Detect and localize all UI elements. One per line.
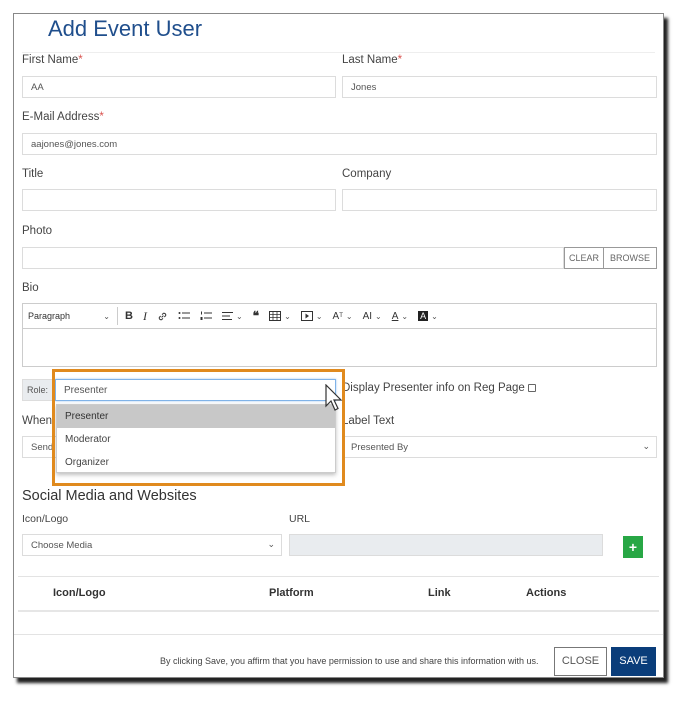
last-name-input[interactable]: Jones — [342, 76, 657, 98]
first-name-label: First Name* — [22, 54, 83, 66]
chevron-down-icon: ⌄ — [315, 311, 323, 321]
icon-logo-label: Icon/Logo — [22, 513, 69, 525]
add-social-button[interactable]: + — [623, 536, 643, 558]
table-icon — [269, 311, 282, 321]
role-select[interactable]: Presenter — [55, 379, 336, 401]
display-presenter-checkbox[interactable] — [527, 383, 536, 392]
paragraph-format-dropdown[interactable]: Paragraph ⌄ — [23, 305, 115, 327]
chevron-down-icon: ⌄ — [431, 311, 438, 321]
chevron-down-icon: ⌄ — [345, 311, 353, 321]
company-label: Company — [342, 168, 392, 180]
label-text-value: Presented By — [351, 442, 409, 453]
last-name-label: Last Name* — [342, 54, 403, 66]
bold-button[interactable]: B — [120, 305, 138, 327]
email-label: E-Mail Address* — [22, 111, 104, 123]
font-family-icon: AI — [362, 310, 373, 322]
company-input[interactable] — [342, 189, 657, 211]
photo-label: Photo — [22, 225, 53, 237]
add-event-user-modal: Add Event User First Name* AA Last Name*… — [13, 13, 664, 678]
table-header-divider — [18, 610, 659, 612]
media-dropdown[interactable]: ⌄ — [296, 305, 328, 327]
column-header-link: Link — [428, 587, 451, 599]
font-color-dropdown[interactable]: A ⌄ — [387, 305, 413, 327]
label-text-label: Label Text — [342, 415, 395, 427]
photo-buttons: CLEAR BROWSE — [564, 247, 657, 269]
email-input[interactable]: aajones@jones.com — [22, 133, 657, 155]
column-header-icon-logo: Icon/Logo — [53, 587, 106, 599]
align-icon — [221, 312, 233, 320]
role-option-presenter[interactable]: Presenter — [57, 405, 335, 428]
background-color-dropdown[interactable]: A ⌄ — [413, 305, 443, 327]
label-text-select[interactable]: Presented By ⌄ — [342, 436, 657, 458]
table-top-divider — [18, 576, 659, 577]
title-input[interactable] — [22, 189, 336, 211]
chevron-down-icon: ⌄ — [284, 311, 291, 321]
role-addon: Role: — [22, 379, 56, 401]
font-size-icon: A — [332, 310, 340, 322]
role-dropdown-menu: Presenter Moderator Organizer — [56, 404, 336, 473]
bio-editor[interactable] — [22, 329, 657, 367]
numbered-list-icon — [200, 311, 212, 320]
italic-button[interactable]: I — [138, 305, 152, 327]
bio-label: Bio — [22, 282, 39, 294]
chevron-down-icon: ⌄ — [375, 311, 382, 321]
url-input[interactable] — [289, 534, 603, 556]
clear-button[interactable]: CLEAR — [564, 247, 604, 269]
display-presenter-label: Display Presenter info on Reg Page — [342, 382, 536, 394]
choose-media-select[interactable]: Choose Media ⌄ — [22, 534, 282, 556]
title-label: Title — [22, 168, 44, 180]
chevron-down-icon: ⌄ — [267, 539, 275, 549]
header-divider — [22, 52, 655, 53]
media-icon — [300, 311, 313, 321]
bulleted-list-button[interactable] — [173, 305, 195, 327]
when-label: When — [22, 415, 53, 427]
chevron-down-icon: ⌄ — [642, 441, 650, 451]
chevron-down-icon: ⌄ — [401, 311, 409, 321]
bulleted-list-icon — [178, 312, 190, 319]
role-option-organizer[interactable]: Organizer — [57, 451, 335, 474]
chevron-down-icon: ⌄ — [103, 311, 110, 321]
mouse-cursor-icon — [325, 384, 343, 411]
footer-divider — [14, 634, 663, 635]
bio-editor-toolbar: Paragraph ⌄ B I ⌄ ❝ ⌄ ⌄ AT ⌄ AI ⌄ A ⌄ A … — [22, 303, 657, 329]
first-name-input[interactable]: AA — [22, 76, 336, 98]
font-family-dropdown[interactable]: AI ⌄ — [358, 305, 387, 327]
paragraph-format-label: Paragraph — [28, 311, 71, 321]
link-icon — [158, 312, 167, 320]
photo-input[interactable] — [22, 247, 564, 269]
chevron-down-icon: ⌄ — [235, 311, 243, 321]
url-label: URL — [289, 513, 311, 525]
role-option-moderator[interactable]: Moderator — [57, 428, 335, 451]
align-dropdown[interactable]: ⌄ — [217, 305, 248, 327]
modal-title: Add Event User — [48, 16, 203, 41]
background-color-icon: A — [418, 311, 429, 321]
social-section-title: Social Media and Websites — [22, 488, 197, 504]
choose-media-value: Choose Media — [31, 540, 93, 551]
close-button[interactable]: CLOSE — [554, 647, 607, 676]
font-color-icon: A — [391, 310, 399, 322]
browse-button[interactable]: BROWSE — [603, 247, 657, 269]
column-header-actions: Actions — [526, 587, 567, 599]
blockquote-button[interactable]: ❝ — [248, 305, 264, 327]
toolbar-divider — [117, 307, 118, 325]
link-button[interactable] — [152, 305, 173, 327]
numbered-list-button[interactable] — [195, 305, 217, 327]
save-disclaimer: By clicking Save, you affirm that you ha… — [160, 656, 539, 666]
save-button[interactable]: SAVE — [611, 647, 656, 676]
table-dropdown[interactable]: ⌄ — [264, 305, 296, 327]
font-size-dropdown[interactable]: AT ⌄ — [328, 305, 358, 327]
column-header-platform: Platform — [269, 587, 314, 599]
